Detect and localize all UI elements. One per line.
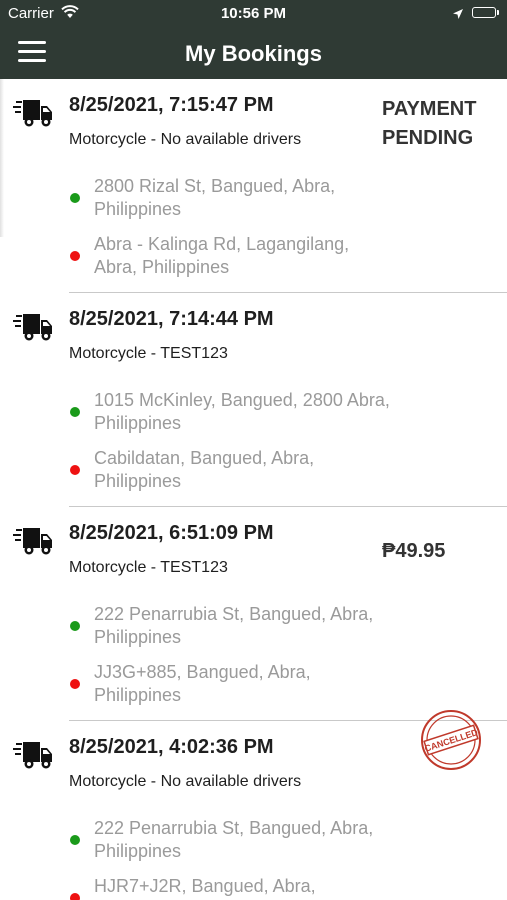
pickup-address: 1015 McKinley, Bangued, 2800 Abra, Phili… bbox=[94, 390, 390, 433]
booking-vehicle: Motorcycle - TEST123 bbox=[69, 345, 228, 362]
status-bar: Carrier 10:56 PM bbox=[0, 0, 507, 28]
delivery-truck-icon bbox=[13, 742, 52, 769]
pickup-address: 222 Penarrubia St, Bangued, Abra, Philip… bbox=[94, 818, 374, 861]
dropoff-address: Cabildatan, Bangued, Abra, Philippines bbox=[94, 448, 315, 491]
pickup-dot-icon bbox=[70, 193, 80, 203]
pickup-address: 222 Penarrubia St, Bangued, Abra, Philip… bbox=[94, 604, 374, 647]
pickup-dot-icon bbox=[70, 621, 80, 631]
booking-status: PAYMENT PENDING bbox=[382, 98, 477, 149]
booking-item[interactable]: 8/25/2021, 6:51:09 PM Motorcycle - TEST1… bbox=[0, 507, 507, 721]
booking-datetime: 8/25/2021, 4:02:36 PM bbox=[69, 736, 274, 758]
cancelled-stamp-icon: CANCELLED bbox=[421, 710, 481, 770]
delivery-truck-icon bbox=[13, 528, 52, 555]
booking-item[interactable]: 8/25/2021, 7:15:47 PM Motorcycle - No av… bbox=[0, 79, 507, 293]
nav-bar: My Bookings bbox=[0, 28, 507, 79]
booking-vehicle: Motorcycle - No available drivers bbox=[69, 773, 302, 790]
location-arrow-icon bbox=[452, 7, 464, 25]
pickup-dot-icon bbox=[70, 835, 80, 845]
booking-vehicle: Motorcycle - No available drivers bbox=[69, 131, 302, 148]
page-title: My Bookings bbox=[185, 41, 322, 66]
booking-vehicle: Motorcycle - TEST123 bbox=[69, 559, 228, 576]
bookings-list[interactable]: 8/25/2021, 7:15:47 PM Motorcycle - No av… bbox=[0, 79, 507, 900]
dropoff-address: JJ3G+885, Bangued, Abra, Philippines bbox=[94, 662, 311, 705]
booking-price: ₱49.95 bbox=[382, 540, 446, 562]
booking-datetime: 8/25/2021, 7:15:47 PM bbox=[69, 94, 274, 116]
booking-datetime: 8/25/2021, 7:14:44 PM bbox=[69, 308, 274, 330]
battery-icon bbox=[472, 7, 496, 18]
delivery-truck-icon bbox=[13, 100, 52, 127]
booking-datetime: 8/25/2021, 6:51:09 PM bbox=[69, 522, 274, 544]
pickup-address: 2800 Rizal St, Bangued, Abra, Philippine… bbox=[94, 176, 336, 219]
battery-tip bbox=[497, 10, 499, 15]
delivery-truck-icon bbox=[13, 314, 52, 341]
dropoff-address: Abra - Kalinga Rd, Lagangilang, Abra, Ph… bbox=[94, 234, 350, 277]
status-time: 10:56 PM bbox=[220, 5, 287, 22]
dropoff-dot-icon bbox=[70, 251, 80, 261]
booking-item[interactable]: 8/25/2021, 7:14:44 PM Motorcycle - TEST1… bbox=[0, 293, 507, 507]
dropoff-address: HJR7+J2R, Bangued, Abra, bbox=[94, 876, 316, 896]
dropoff-dot-icon bbox=[70, 465, 80, 475]
pickup-dot-icon bbox=[70, 407, 80, 417]
dropoff-dot-icon bbox=[70, 679, 80, 689]
dropoff-dot-icon bbox=[70, 893, 80, 900]
